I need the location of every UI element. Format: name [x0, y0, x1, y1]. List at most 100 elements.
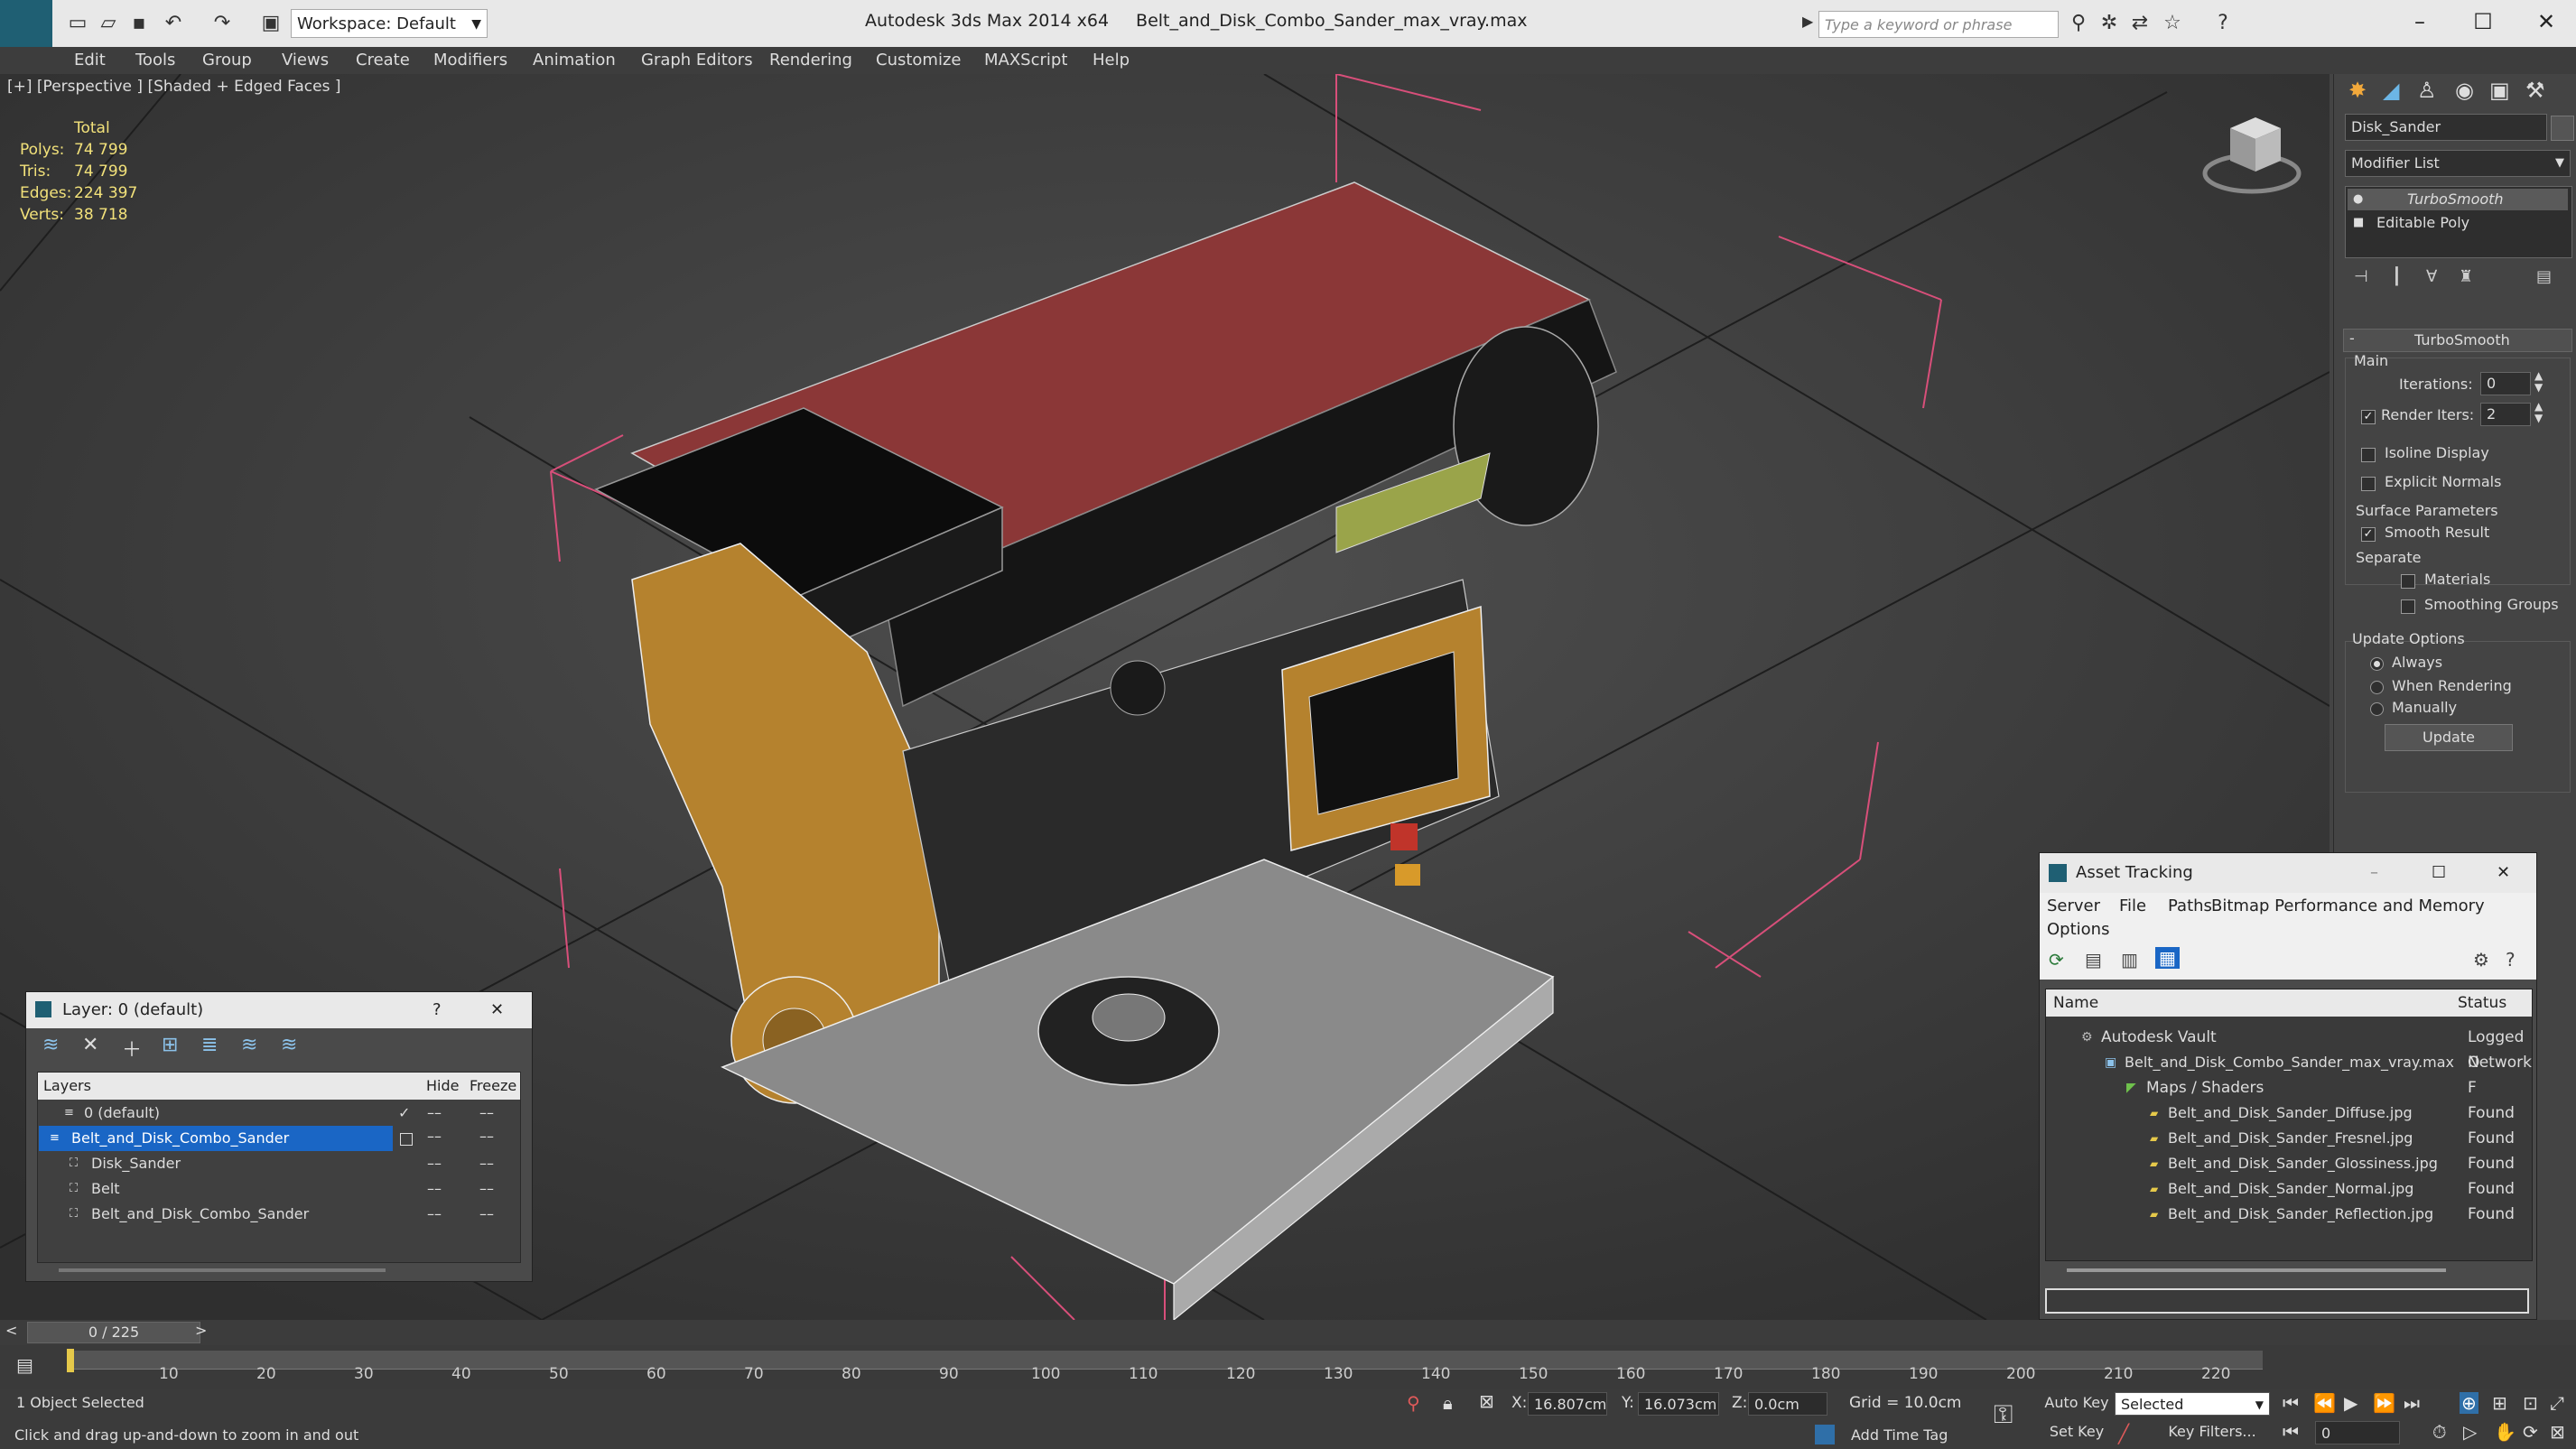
help-icon[interactable]: ? [2506, 949, 2516, 971]
help-icon[interactable]: ? [432, 992, 442, 1028]
delete-layer-icon[interactable]: ✕ [82, 1034, 98, 1056]
favorite-icon[interactable]: ☆ [2160, 11, 2185, 36]
menu-modifiers[interactable]: Modifiers [433, 51, 507, 70]
create-layer-icon[interactable]: ≋ [42, 1034, 59, 1056]
time-tag-icon[interactable] [1815, 1425, 1835, 1444]
pin-stack-icon[interactable]: ⊣ [2354, 267, 2368, 286]
asset-row[interactable]: ▰ Belt_and_Disk_Sander_Glossiness.jpg Fo… [2045, 1151, 2531, 1176]
timeline[interactable]: ▤ [0, 1345, 2576, 1389]
min-max-toggle-icon[interactable]: ⊠ [2550, 1421, 2565, 1443]
layer-object-row[interactable]: ⛶ Disk_Sander –– –– [39, 1151, 517, 1176]
maximize-icon[interactable]: ☐ [2432, 853, 2446, 893]
play-icon[interactable]: ▶ [2344, 1392, 2357, 1414]
hierarchy-tab-icon[interactable]: ♙ [2417, 78, 2437, 103]
freeze-toggle[interactable]: –– [479, 1151, 494, 1176]
manually-radio[interactable] [2370, 702, 2384, 716]
smoothing-groups-checkbox[interactable] [2401, 599, 2415, 614]
col-hide[interactable]: Hide [426, 1073, 459, 1100]
object-name-field[interactable]: Disk_Sander [2345, 114, 2547, 141]
asset-row[interactable]: ▣ Belt_and_Disk_Combo_Sander_max_vray.ma… [2045, 1050, 2532, 1097]
time-slider[interactable]: < 0 / 225 > [0, 1320, 2576, 1345]
x-coordinate-field[interactable]: 16.807cm [1528, 1392, 1607, 1416]
viewport-label[interactable]: [+] [Perspective ] [Shaded + Edged Faces… [7, 78, 340, 96]
menu-tools[interactable]: Tools [135, 51, 175, 70]
binoculars-icon[interactable]: ⚲ [2066, 11, 2091, 36]
asset-row[interactable]: ⚙ Autodesk Vault Logged O [2045, 1025, 2531, 1072]
close-icon[interactable]: ✕ [490, 992, 504, 1028]
spinner-arrows-icon[interactable]: ▲ ▼ [2534, 401, 2543, 424]
motion-tab-icon[interactable]: ◉ [2455, 78, 2474, 103]
maximize-viewport-icon[interactable]: ⊡ [2523, 1392, 2538, 1414]
asset-scrollbar[interactable] [2067, 1268, 2446, 1272]
go-to-end-icon[interactable]: ⏭ [2404, 1392, 2420, 1414]
modify-tab-icon[interactable]: ◢ [2383, 78, 2399, 103]
set-key-icon[interactable]: ╱ [2118, 1423, 2129, 1444]
close-button[interactable]: ✕ [2519, 5, 2573, 38]
table-view-icon[interactable]: ▦ [2155, 947, 2180, 969]
materials-checkbox[interactable] [2401, 574, 2415, 589]
next-frame-icon[interactable]: > [195, 1322, 207, 1339]
turbosmooth-rollout-header[interactable]: - TurboSmooth [2343, 329, 2572, 352]
isoline-checkbox[interactable] [2361, 448, 2376, 462]
new-icon[interactable]: ▭ [65, 11, 90, 36]
help-icon[interactable]: ? [2210, 11, 2236, 36]
layer-window-header[interactable]: Layer: 0 (default) ? ✕ [26, 992, 532, 1028]
y-coordinate-field[interactable]: 16.073cm [1638, 1392, 1719, 1416]
selection-set-dropdown[interactable]: Selected ▼ [2115, 1392, 2270, 1416]
field-of-view-icon[interactable]: ⊞ [2492, 1392, 2507, 1414]
time-config-icon[interactable]: ⏱ [2432, 1421, 2447, 1443]
previous-frame-icon[interactable]: ⏪ [2313, 1392, 2336, 1414]
menu-graph-editors[interactable]: Graph Editors [641, 51, 753, 70]
prev-frame-icon[interactable]: < [5, 1322, 17, 1339]
iterations-spinner[interactable]: 0 [2480, 372, 2531, 395]
auto-key-button[interactable]: Auto Key [2042, 1392, 2111, 1416]
search-input[interactable]: Type a keyword or phrase [1818, 11, 2059, 38]
zoom-extents-icon[interactable]: ⊕ [2460, 1392, 2478, 1414]
smooth-result-checkbox[interactable]: ✓ [2361, 527, 2376, 542]
asset-path-field[interactable] [2045, 1288, 2529, 1314]
layer-row-selected[interactable]: ≡ Belt_and_Disk_Combo_Sander [39, 1126, 393, 1151]
col-status[interactable]: Status [2458, 989, 2506, 1017]
menu-rendering[interactable]: Rendering [769, 51, 852, 70]
asset-row[interactable]: ▰ Belt_and_Disk_Sander_Diffuse.jpg Found [2045, 1101, 2531, 1126]
layer-object-row[interactable]: ⛶ Belt_and_Disk_Combo_Sander –– –– [39, 1202, 517, 1227]
freeze-all-icon[interactable]: ≋ [281, 1034, 297, 1056]
configure-sets-icon[interactable]: ▤ [2536, 267, 2552, 286]
always-radio[interactable] [2370, 657, 2384, 671]
hide-all-icon[interactable]: ≋ [241, 1034, 257, 1056]
app-logo[interactable] [0, 0, 52, 47]
show-end-result-icon[interactable]: ┃ [2392, 267, 2402, 286]
layer-object-row[interactable]: ⛶ Belt –– –– [39, 1176, 517, 1202]
asset-row[interactable]: ▰ Belt_and_Disk_Sander_Fresnel.jpg Found [2045, 1126, 2531, 1151]
menu-file[interactable]: File [2119, 896, 2146, 915]
set-key-button[interactable]: Set Key [2042, 1421, 2111, 1444]
vault-icon[interactable]: ⚙ [2473, 949, 2489, 971]
walkthrough-icon[interactable]: ▷ [2463, 1421, 2477, 1443]
key-filters-button[interactable]: Key Filters... [2158, 1421, 2266, 1444]
close-icon[interactable]: ✕ [2497, 853, 2510, 893]
minimize-icon[interactable]: – [2370, 853, 2378, 893]
menu-bitmap-performance[interactable]: Bitmap Performance and Memory [2211, 896, 2485, 915]
remove-modifier-icon[interactable]: ♜ [2459, 267, 2473, 286]
hide-toggle[interactable]: –– [427, 1151, 442, 1176]
update-button[interactable]: Update [2385, 724, 2513, 751]
freeze-toggle[interactable]: –– [479, 1101, 494, 1126]
create-tab-icon[interactable]: ✸ [2348, 78, 2367, 103]
community-icon[interactable]: ✲ [2097, 11, 2122, 36]
modifier-list-dropdown[interactable]: Modifier List ▼ [2345, 150, 2571, 177]
menu-edit[interactable]: Edit [74, 51, 106, 70]
minimize-button[interactable]: – [2393, 5, 2447, 38]
render-iters-checkbox[interactable]: ✓ [2361, 410, 2376, 424]
asset-window-header[interactable]: Asset Tracking – ☐ ✕ [2040, 853, 2536, 893]
curve-editor-icon[interactable]: ▤ [16, 1354, 33, 1376]
render-iters-spinner[interactable]: 2 [2480, 403, 2531, 426]
key-mode-icon[interactable]: ⚿ [1994, 1399, 2013, 1430]
make-unique-icon[interactable]: ∀ [2426, 267, 2437, 286]
orbit-icon[interactable]: ⤢ [2550, 1392, 2564, 1414]
next-frame-icon[interactable]: ⏩ [2373, 1392, 2395, 1414]
lightbulb-icon[interactable]: ● [2353, 189, 2363, 210]
stack-item-editable-poly[interactable]: ■ Editable Poly [2348, 212, 2568, 234]
select-in-layer-icon[interactable]: ⊞ [162, 1034, 178, 1056]
when-rendering-radio[interactable] [2370, 681, 2384, 694]
add-to-layer-icon[interactable]: ＋ [122, 1034, 142, 1063]
